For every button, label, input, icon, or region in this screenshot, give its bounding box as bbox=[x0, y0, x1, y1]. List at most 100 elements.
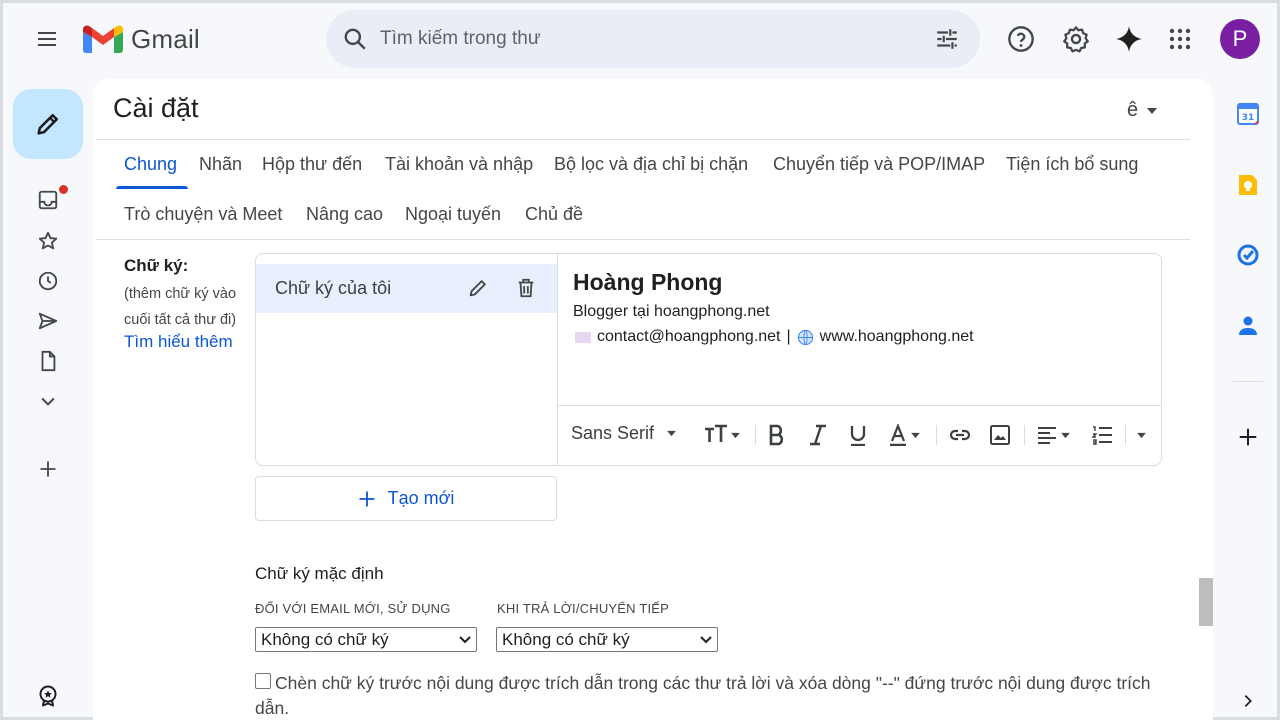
tab-chat-meet[interactable]: Trò chuyện và Meet bbox=[124, 204, 282, 225]
chevron-down-icon bbox=[699, 635, 713, 645]
create-new-label: Tạo mới bbox=[387, 488, 455, 508]
header-divider bbox=[96, 139, 1190, 140]
new-email-signature-select[interactable]: Không có chữ ký bbox=[255, 627, 477, 652]
signature-separator: | bbox=[786, 328, 791, 345]
delete-trash-icon[interactable] bbox=[513, 275, 539, 301]
edit-pencil-icon[interactable] bbox=[465, 275, 491, 301]
tab-inbox[interactable]: Hộp thư đến bbox=[262, 154, 362, 175]
compose-button[interactable] bbox=[13, 89, 83, 159]
add-label-plus-icon[interactable] bbox=[33, 454, 63, 484]
search-input[interactable] bbox=[380, 28, 934, 50]
signature-pane-divider bbox=[557, 254, 558, 465]
toolbar-separator bbox=[1125, 425, 1126, 445]
sent-icon[interactable] bbox=[33, 306, 63, 336]
page-title: Cài đặt bbox=[113, 93, 199, 123]
avatar[interactable]: P bbox=[1220, 19, 1260, 59]
get-addons-plus-icon[interactable] bbox=[1233, 422, 1263, 452]
signature-description: (thêm chữ ký vào cuối tất cả thư đi) bbox=[124, 286, 237, 328]
tab-general[interactable]: Chung bbox=[124, 154, 177, 175]
signature-contact-line[interactable]: contact@hoangphong.net | www.hoangphong.… bbox=[575, 328, 974, 346]
help-icon[interactable] bbox=[1003, 21, 1039, 57]
caret-down-icon bbox=[730, 432, 741, 439]
tab-themes[interactable]: Chủ đề bbox=[525, 204, 583, 225]
signature-name[interactable]: Hoàng Phong bbox=[573, 269, 722, 296]
chevron-down-icon bbox=[458, 635, 472, 645]
numbered-list-icon[interactable] bbox=[1091, 422, 1113, 448]
caret-down-icon bbox=[666, 430, 677, 437]
more-formatting-caret-icon[interactable] bbox=[1136, 422, 1147, 448]
starred-icon[interactable] bbox=[33, 226, 63, 256]
font-family-value: Sans Serif bbox=[571, 423, 655, 443]
search-bar[interactable] bbox=[326, 10, 980, 68]
tabs-divider bbox=[96, 239, 1190, 240]
snoozed-clock-icon[interactable] bbox=[33, 266, 63, 296]
underline-icon[interactable] bbox=[848, 422, 868, 448]
gmail-m-icon bbox=[83, 24, 123, 54]
tab-addons[interactable]: Tiện ích bổ sung bbox=[1006, 154, 1138, 175]
apps-grid-icon[interactable] bbox=[1162, 21, 1198, 57]
default-signature-title: Chữ ký mặc định bbox=[255, 564, 384, 583]
tab-advanced[interactable]: Nâng cao bbox=[306, 204, 383, 225]
signature-email: contact@hoangphong.net bbox=[597, 328, 781, 345]
tab-forwarding-pop-imap[interactable]: Chuyển tiếp và POP/IMAP bbox=[773, 154, 985, 175]
upgrade-badge-icon[interactable] bbox=[33, 681, 63, 711]
insert-before-quote-checkbox[interactable] bbox=[255, 673, 271, 689]
side-panel-divider bbox=[1233, 381, 1263, 382]
link-icon[interactable] bbox=[948, 422, 972, 448]
tab-labels[interactable]: Nhãn bbox=[199, 154, 242, 175]
plus-icon bbox=[358, 490, 376, 508]
font-family-select[interactable]: Sans Serif bbox=[571, 423, 677, 444]
align-left-icon bbox=[1036, 424, 1058, 446]
signature-item-name[interactable]: Chữ ký của tôi bbox=[275, 278, 391, 299]
google-contacts-icon[interactable] bbox=[1233, 311, 1263, 341]
text-color-button[interactable] bbox=[888, 422, 921, 448]
globe-icon bbox=[797, 329, 814, 346]
learn-more-link[interactable]: Tìm hiểu thêm bbox=[124, 332, 233, 352]
unread-badge bbox=[59, 185, 68, 194]
tab-offline[interactable]: Ngoại tuyến bbox=[405, 204, 501, 225]
signature-label: Chữ ký: bbox=[124, 256, 189, 275]
pencil-icon bbox=[34, 110, 62, 138]
toolbar-separator bbox=[936, 425, 937, 445]
search-options-icon[interactable] bbox=[934, 26, 960, 52]
font-size-button[interactable] bbox=[704, 422, 741, 448]
svg-text:31: 31 bbox=[1242, 113, 1255, 123]
caret-down-icon bbox=[1146, 107, 1158, 115]
reply-forward-caption: KHI TRẢ LỜI/CHUYỂN TIẾP bbox=[497, 601, 670, 616]
align-button[interactable] bbox=[1036, 422, 1071, 448]
google-tasks-icon[interactable] bbox=[1233, 240, 1263, 270]
signature-role[interactable]: Blogger tại hoangphong.net bbox=[573, 303, 770, 321]
new-email-caption: ĐỐI VỚI EMAIL MỚI, SỬ DỤNG bbox=[255, 601, 451, 616]
active-tab-indicator bbox=[116, 186, 188, 189]
expand-side-panel-chevron-icon[interactable] bbox=[1233, 686, 1263, 716]
reply-signature-select[interactable]: Không có chữ ký bbox=[496, 627, 718, 652]
text-color-icon bbox=[888, 424, 908, 446]
gmail-wordmark: Gmail bbox=[131, 23, 200, 54]
gmail-logo[interactable]: Gmail bbox=[83, 21, 200, 57]
create-new-signature-button[interactable]: Tạo mới bbox=[255, 476, 557, 521]
text-size-icon bbox=[704, 424, 728, 446]
caret-down-icon bbox=[1060, 432, 1071, 439]
gemini-sparkle-icon[interactable] bbox=[1111, 21, 1147, 57]
signature-website: www.hoangphong.net bbox=[819, 328, 974, 345]
tab-filters-blocked[interactable]: Bộ lọc và địa chỉ bị chặn bbox=[554, 154, 748, 175]
tab-accounts-import[interactable]: Tài khoản và nhập bbox=[385, 154, 533, 175]
main-menu-icon[interactable] bbox=[29, 21, 65, 57]
scrollbar-thumb[interactable] bbox=[1199, 578, 1213, 626]
bold-icon[interactable] bbox=[767, 422, 787, 448]
toolbar-separator bbox=[1024, 425, 1025, 445]
input-tools-button[interactable]: ê bbox=[1127, 99, 1158, 122]
drafts-icon[interactable] bbox=[33, 346, 63, 376]
insert-before-quote-label[interactable]: Chèn chữ ký trước nội dung được trích dẫ… bbox=[255, 671, 1155, 720]
search-icon[interactable] bbox=[342, 26, 368, 52]
caret-down-icon bbox=[910, 432, 921, 439]
toolbar-divider bbox=[558, 405, 1161, 406]
insert-image-icon[interactable] bbox=[989, 422, 1011, 448]
reply-signature-value: Không có chữ ký bbox=[502, 629, 630, 649]
italic-icon[interactable] bbox=[808, 422, 828, 448]
google-calendar-icon[interactable]: 31 bbox=[1233, 99, 1263, 129]
google-keep-icon[interactable] bbox=[1233, 170, 1263, 200]
new-email-signature-value: Không có chữ ký bbox=[261, 629, 389, 649]
settings-gear-icon[interactable] bbox=[1058, 21, 1094, 57]
more-chevron-down-icon[interactable] bbox=[33, 386, 63, 416]
